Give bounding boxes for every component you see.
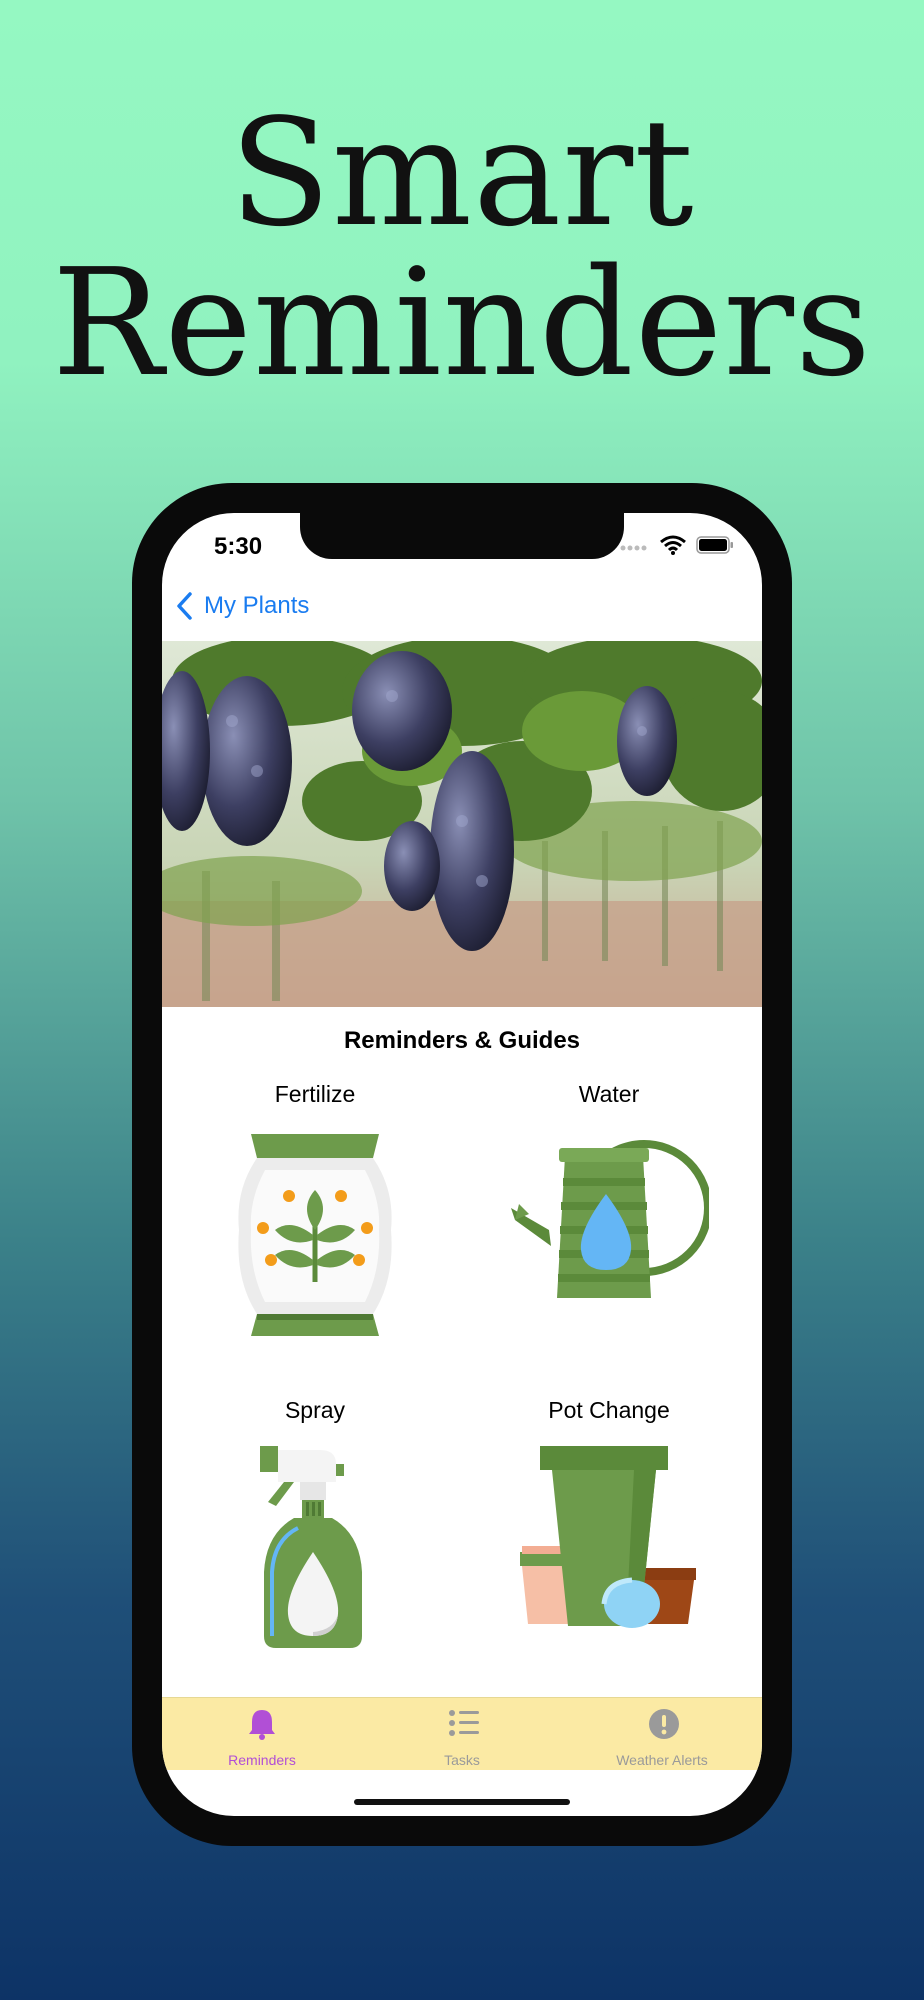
watering-can-icon <box>511 1140 709 1298</box>
notch <box>300 513 624 559</box>
home-indicator[interactable] <box>354 1799 570 1805</box>
fertilizer-bag-icon <box>238 1134 392 1336</box>
headline-line-2: Reminders <box>51 237 873 409</box>
water-label: Water <box>578 1081 640 1107</box>
wifi-icon <box>660 535 686 555</box>
exclamation-icon <box>649 1709 679 1739</box>
tab-weather-alerts-label: Weather Alerts <box>616 1752 708 1768</box>
water-card[interactable]: Water <box>464 1081 754 1310</box>
tab-tasks[interactable]: Tasks <box>362 1698 562 1770</box>
battery-icon <box>696 536 733 554</box>
status-time: 5:30 <box>214 533 263 560</box>
section-title: Reminders & Guides <box>343 1027 581 1054</box>
list-icon <box>449 1710 479 1736</box>
tab-reminders[interactable]: Reminders <box>162 1698 362 1770</box>
pot-change-card[interactable]: Pot Change <box>464 1397 754 1640</box>
headline-line-1: Smart <box>229 87 695 259</box>
tab-tasks-label: Tasks <box>444 1752 480 1768</box>
fertilize-label: Fertilize <box>274 1081 356 1107</box>
flower-pots-icon <box>520 1446 696 1628</box>
spray-card[interactable]: Spray <box>170 1397 460 1652</box>
chevron-left-icon <box>177 592 192 620</box>
grapes-hero-image <box>162 641 762 1007</box>
phone-screen: 5:30 My Plants Reminders & Guides Fertil… <box>162 513 762 1816</box>
tab-bar: Reminders Tasks Weather Alerts <box>162 1697 762 1770</box>
back-button-label: My Plants <box>204 592 310 619</box>
status-icons <box>620 535 734 555</box>
headline: Smart Reminders <box>0 98 924 398</box>
tab-reminders-label: Reminders <box>228 1752 296 1768</box>
tab-weather-alerts[interactable]: Weather Alerts <box>562 1698 762 1770</box>
back-button[interactable]: My Plants <box>176 591 309 621</box>
pot-change-label: Pot Change <box>548 1397 670 1423</box>
spray-label: Spray <box>284 1397 346 1423</box>
fertilize-card[interactable]: Fertilize <box>170 1081 460 1340</box>
spray-bottle-icon <box>260 1446 362 1648</box>
cellular-signal-icon <box>620 545 647 551</box>
bell-icon <box>249 1710 275 1740</box>
